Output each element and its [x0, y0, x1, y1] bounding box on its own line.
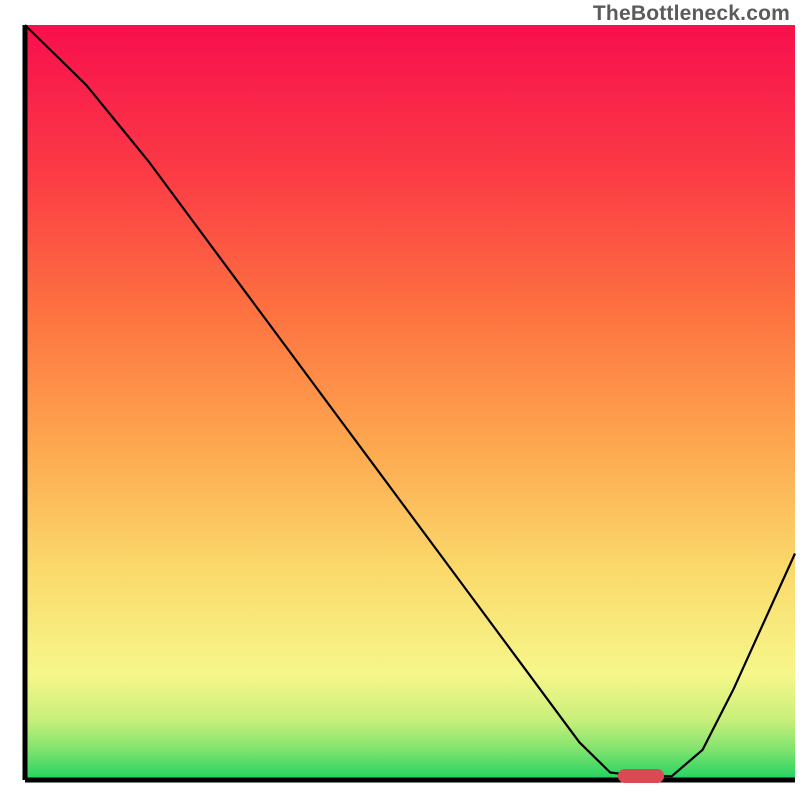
chart-container: TheBottleneck.com	[0, 0, 800, 800]
bottleneck-chart	[0, 0, 800, 800]
plot-background	[25, 25, 795, 780]
watermark-text: TheBottleneck.com	[593, 2, 790, 26]
optimum-marker	[618, 769, 664, 783]
